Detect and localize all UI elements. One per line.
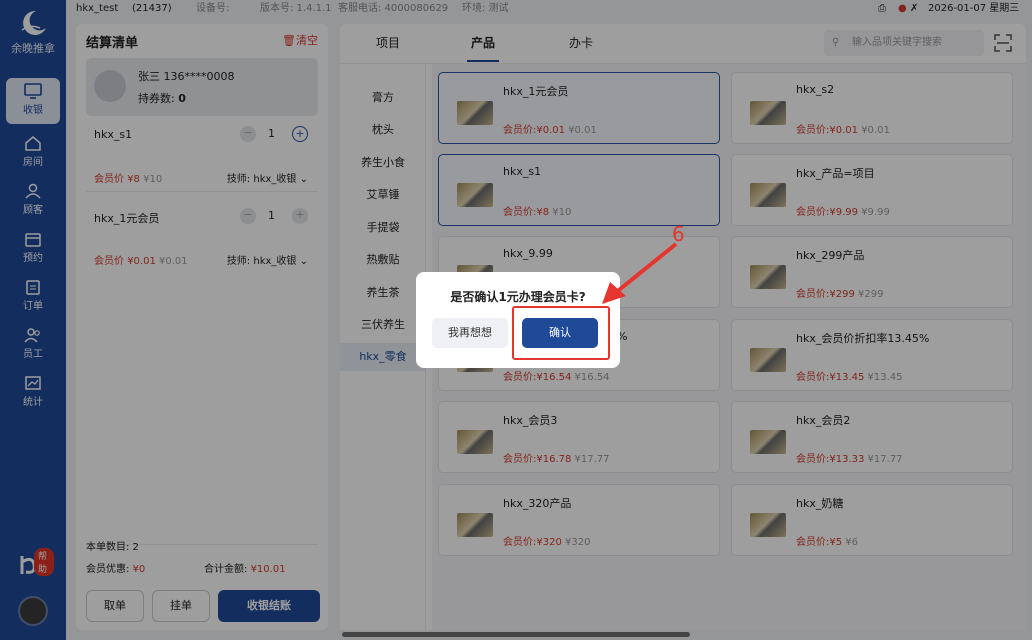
annotation-arrow-icon xyxy=(602,242,678,304)
dialog-question: 是否确认1元办理会员卡? xyxy=(450,290,586,304)
dialog-cancel-button[interactable]: 我再想想 xyxy=(432,318,508,348)
home-indicator[interactable] xyxy=(342,632,690,637)
annotation-highlight-box xyxy=(512,306,610,360)
